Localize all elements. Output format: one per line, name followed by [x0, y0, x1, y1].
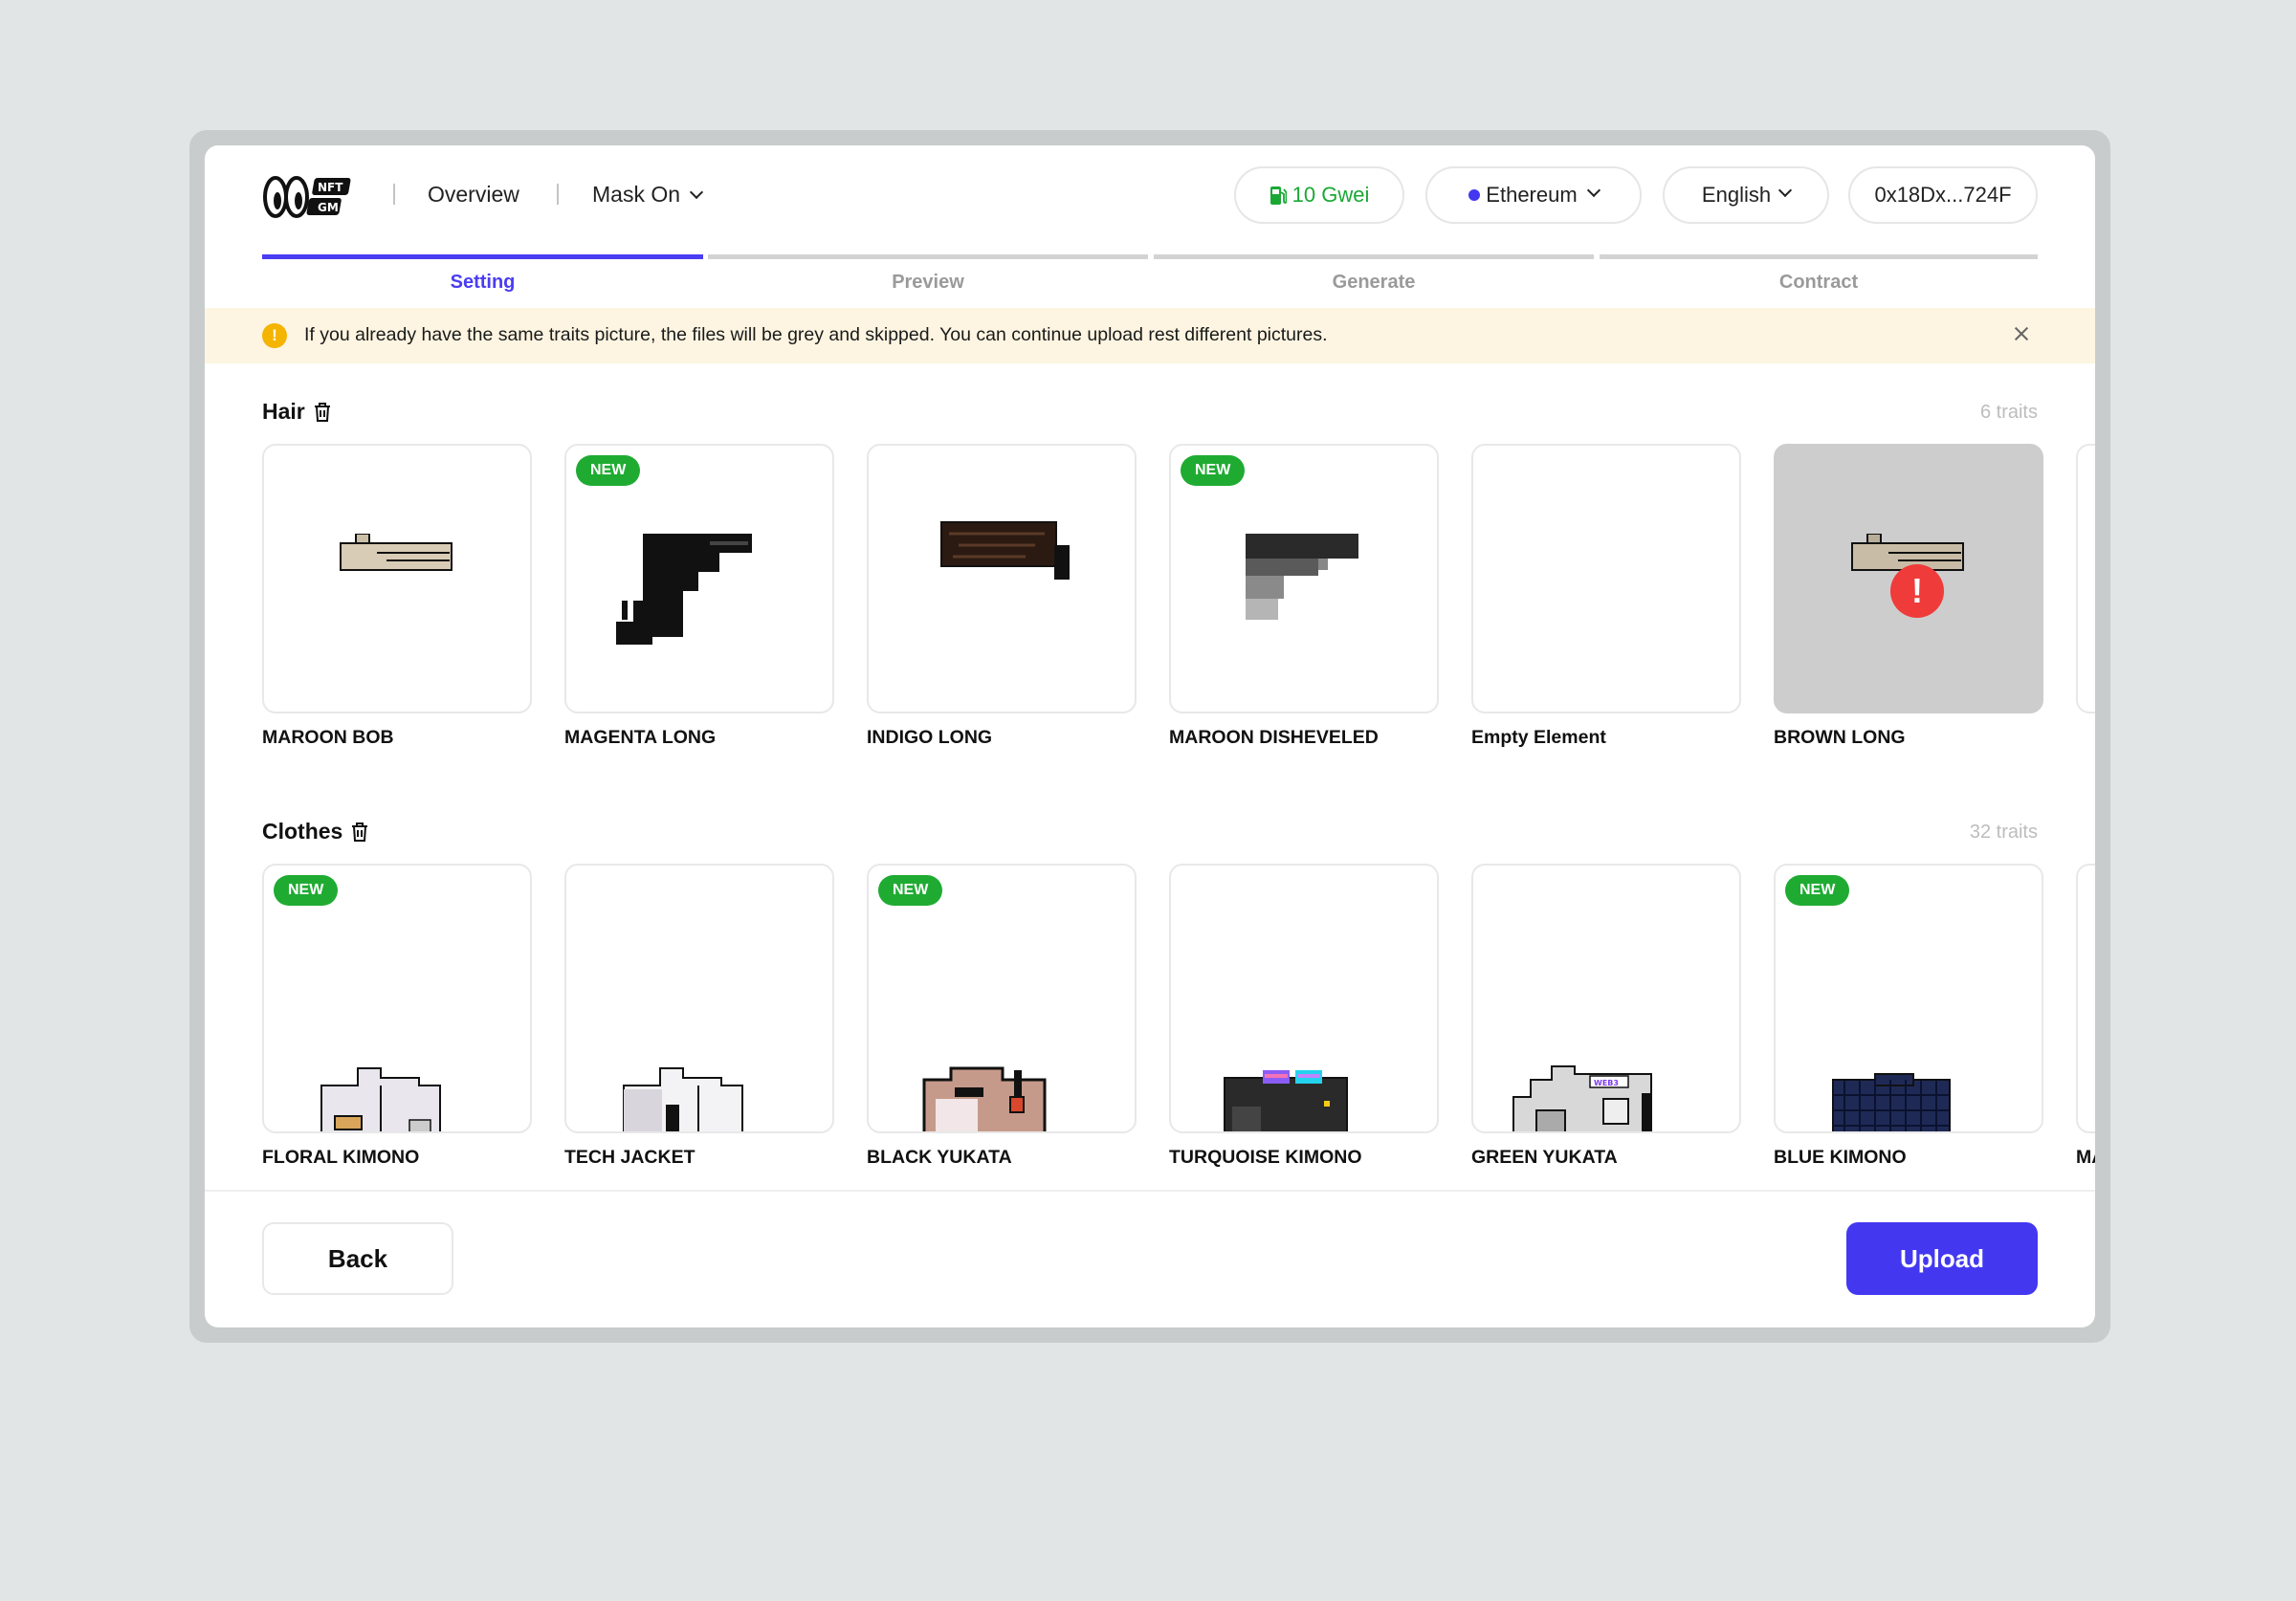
nav-overview-link[interactable]: Overview [428, 180, 519, 208]
trait-name: INDIGO LONG [867, 727, 993, 748]
trash-icon[interactable] [313, 402, 332, 423]
svg-text:GM: GM [318, 201, 339, 214]
trait-image: WEB3 [1512, 1065, 1652, 1131]
trait-card[interactable]: NEW [262, 864, 532, 1133]
trait-name: BLACK YUKATA [867, 1147, 1012, 1168]
section-title-hair: Hair [262, 399, 332, 425]
step-generate[interactable]: Generate [1154, 272, 1594, 294]
language-dropdown[interactable]: English [1663, 166, 1829, 224]
trait-card[interactable]: NEW [867, 864, 1137, 1133]
trait-name: Empty Element [1471, 727, 1606, 748]
trait-name: MAROON DISHEVELED [1169, 727, 1379, 748]
trait-name: MA [2076, 1147, 2095, 1168]
project-dropdown-label: Mask On [592, 182, 681, 207]
trait-image [320, 1067, 441, 1131]
trait-name: TURQUOISE KIMONO [1169, 1147, 1362, 1168]
wallet-address: 0x18Dx...724F [1874, 183, 2012, 207]
trait-card[interactable]: NEW [1774, 864, 2043, 1133]
trait-image [340, 534, 453, 571]
duplicate-notice-banner: ! If you already have the same traits pi… [205, 308, 2095, 363]
step-progress-preview [708, 254, 1148, 259]
new-badge: NEW [1181, 455, 1246, 486]
network-status-dot [1468, 189, 1481, 201]
wallet-address-button[interactable]: 0x18Dx...724F [1848, 166, 2038, 224]
notice-text: If you already have the same traits pict… [304, 324, 1328, 345]
back-button[interactable]: Back [262, 1222, 453, 1295]
new-badge: NEW [576, 455, 641, 486]
warning-icon: ! [262, 323, 287, 348]
trait-card[interactable] [1471, 444, 1741, 713]
gas-price-value: 10 Gwei [1292, 183, 1370, 207]
duplicate-error-icon: ! [1890, 564, 1944, 618]
project-dropdown[interactable]: Mask On [592, 180, 704, 208]
upload-button[interactable]: Upload [1846, 1222, 2038, 1295]
language-label: English [1701, 183, 1772, 207]
chevron-down-icon [1586, 183, 1601, 198]
trait-card[interactable]: NEW [564, 444, 834, 713]
new-badge: NEW [878, 875, 943, 906]
trash-icon[interactable] [350, 822, 369, 843]
app-window: NFT GM Overview Mask On 10 Gwei Ethereum… [205, 145, 2095, 1327]
step-progress-generate [1154, 254, 1594, 259]
trait-card[interactable] [2076, 864, 2095, 1133]
step-setting[interactable]: Setting [262, 272, 703, 294]
footer-divider [205, 1190, 2095, 1192]
trait-name: BROWN LONG [1774, 727, 1906, 748]
trait-name: GREEN YUKATA [1471, 1147, 1618, 1168]
trait-count: 32 traits [1969, 822, 2038, 843]
trait-card-duplicate[interactable]: ! [1774, 444, 2043, 713]
trait-card[interactable] [1169, 864, 1439, 1133]
svg-text:WEB3: WEB3 [1594, 1079, 1619, 1087]
trait-name: MAROON BOB [262, 727, 394, 748]
step-progress-setting [262, 254, 703, 259]
trait-name: BLUE KIMONO [1774, 1147, 1907, 1168]
section-title-clothes: Clothes [262, 819, 369, 844]
chevron-down-icon [689, 185, 704, 200]
trait-name: FLORAL KIMONO [262, 1147, 420, 1168]
close-icon[interactable] [2011, 323, 2032, 344]
trait-card[interactable] [564, 864, 834, 1133]
network-label: Ethereum [1486, 183, 1578, 207]
trait-card[interactable] [262, 444, 532, 713]
trait-card[interactable] [2076, 444, 2095, 713]
new-badge: NEW [1785, 875, 1850, 906]
step-contract[interactable]: Contract [1600, 272, 2038, 294]
nft-gm-logo-icon[interactable]: NFT GM [262, 172, 358, 222]
nav-divider [557, 184, 559, 205]
trait-card[interactable]: NEW [1169, 444, 1439, 713]
trait-image [623, 1067, 743, 1131]
trait-count: 6 traits [1979, 402, 2038, 423]
chevron-down-icon [1778, 183, 1793, 198]
trait-image [616, 534, 752, 645]
svg-text:NFT: NFT [318, 181, 343, 194]
trait-name: MAGENTA LONG [564, 727, 717, 748]
trait-card[interactable] [867, 444, 1137, 713]
trait-image [1832, 1073, 1951, 1131]
nav-divider [393, 184, 395, 205]
gas-price-button[interactable]: 10 Gwei [1234, 166, 1404, 224]
trait-image [922, 1066, 1047, 1131]
new-badge: NEW [274, 875, 339, 906]
trait-image [940, 521, 1070, 580]
network-dropdown[interactable]: Ethereum [1425, 166, 1642, 224]
trait-image [1246, 534, 1358, 620]
trait-name: TECH JACKET [564, 1147, 695, 1168]
trait-card[interactable]: WEB3 [1471, 864, 1741, 1133]
trait-image [1224, 1070, 1348, 1131]
step-progress-contract [1600, 254, 2038, 259]
section-title-label: Hair [262, 399, 305, 424]
step-preview[interactable]: Preview [708, 272, 1148, 294]
fuel-pump-icon [1269, 186, 1287, 205]
section-title-label: Clothes [262, 819, 343, 844]
